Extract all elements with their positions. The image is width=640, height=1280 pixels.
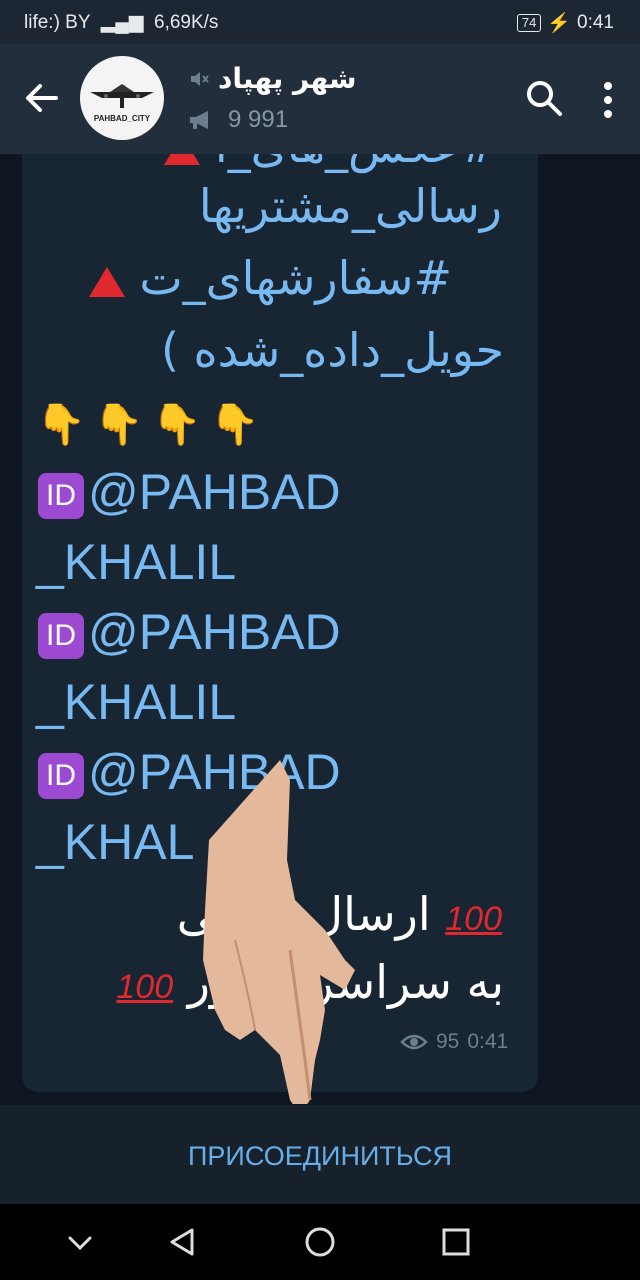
subscriber-count: 9 991: [228, 106, 289, 133]
handle-line[interactable]: _KHAL: [36, 812, 194, 872]
pointing-finger-overlay: [203, 760, 355, 1115]
search-icon[interactable]: [524, 78, 564, 118]
join-bar[interactable]: ПРИСОЕДИНИТЬСЯ: [0, 1104, 640, 1205]
point-down-icon: 👇: [209, 402, 260, 448]
point-down-icon: 👇: [36, 402, 86, 448]
nav-home-icon[interactable]: [300, 1222, 340, 1262]
handle-line[interactable]: ID @PAHBAD: [38, 462, 341, 522]
signal-icon: ▂▄▆: [95, 12, 149, 33]
avatar-caption: PAHBAD_CITY: [93, 114, 151, 123]
battery-icon: 74: [516, 14, 542, 32]
message-line: #سفارشهای_ت: [88, 248, 452, 308]
hundred-icon: 100: [445, 900, 502, 938]
join-button[interactable]: ПРИСОЕДИНИТЬСЯ: [188, 1141, 452, 1172]
status-bar: life:) BY ▂▄▆ 6,69K/s 74 ⚡ 0:41: [0, 0, 640, 44]
subscriber-row: 9 991: [188, 106, 288, 134]
network-speed: 6,69K/s: [154, 12, 219, 33]
red-triangle-icon: [164, 154, 201, 165]
channel-title[interactable]: شهر پهپاد: [188, 62, 357, 95]
nav-down-icon[interactable]: [60, 1222, 100, 1262]
nav-recents-icon[interactable]: [436, 1222, 476, 1262]
view-count: 95: [436, 1030, 460, 1053]
channel-name: شهر پهپاد: [218, 62, 357, 95]
more-vert-icon[interactable]: [598, 80, 618, 120]
message-time: 0:41: [467, 1030, 509, 1053]
id-badge-icon: ID: [38, 472, 84, 519]
channel-avatar[interactable]: PAHBAD_CITY: [80, 56, 164, 140]
message-line: رسالی_مشتریها: [198, 179, 502, 233]
message-line: حویل_داده_شده ): [160, 323, 504, 377]
handle-line[interactable]: ID @PAHBAD: [38, 602, 341, 662]
message-line: #عکس_های_ا: [164, 154, 498, 176]
clock: 0:41: [577, 12, 614, 33]
handle-line[interactable]: _KHALIL: [36, 672, 236, 732]
hundred-icon: 100: [116, 968, 174, 1006]
point-down-icon: 👇: [93, 402, 144, 448]
point-down-icon: 👇: [151, 402, 202, 448]
carrier-label: life:) BY: [24, 12, 91, 33]
handle-line[interactable]: _KHALIL: [36, 532, 236, 592]
nav-back-icon[interactable]: [162, 1222, 202, 1262]
megaphone-icon: [190, 111, 208, 129]
system-nav-bar: [0, 1204, 640, 1280]
eye-icon: [400, 1034, 428, 1050]
id-badge-icon: ID: [38, 612, 84, 659]
id-badge-icon: ID: [38, 752, 84, 799]
channel-header: PAHBAD_CITY شهر پهپاد 9 991: [0, 44, 640, 154]
mute-icon: [191, 71, 209, 86]
pointing-hands: 👇 👇 👇 👇: [36, 392, 267, 455]
red-triangle-icon: [88, 266, 125, 297]
back-arrow-icon[interactable]: [22, 78, 62, 118]
message-meta: 95 0:41: [400, 1030, 508, 1054]
drone-logo-icon: [90, 84, 154, 108]
charging-icon: ⚡: [547, 13, 572, 34]
